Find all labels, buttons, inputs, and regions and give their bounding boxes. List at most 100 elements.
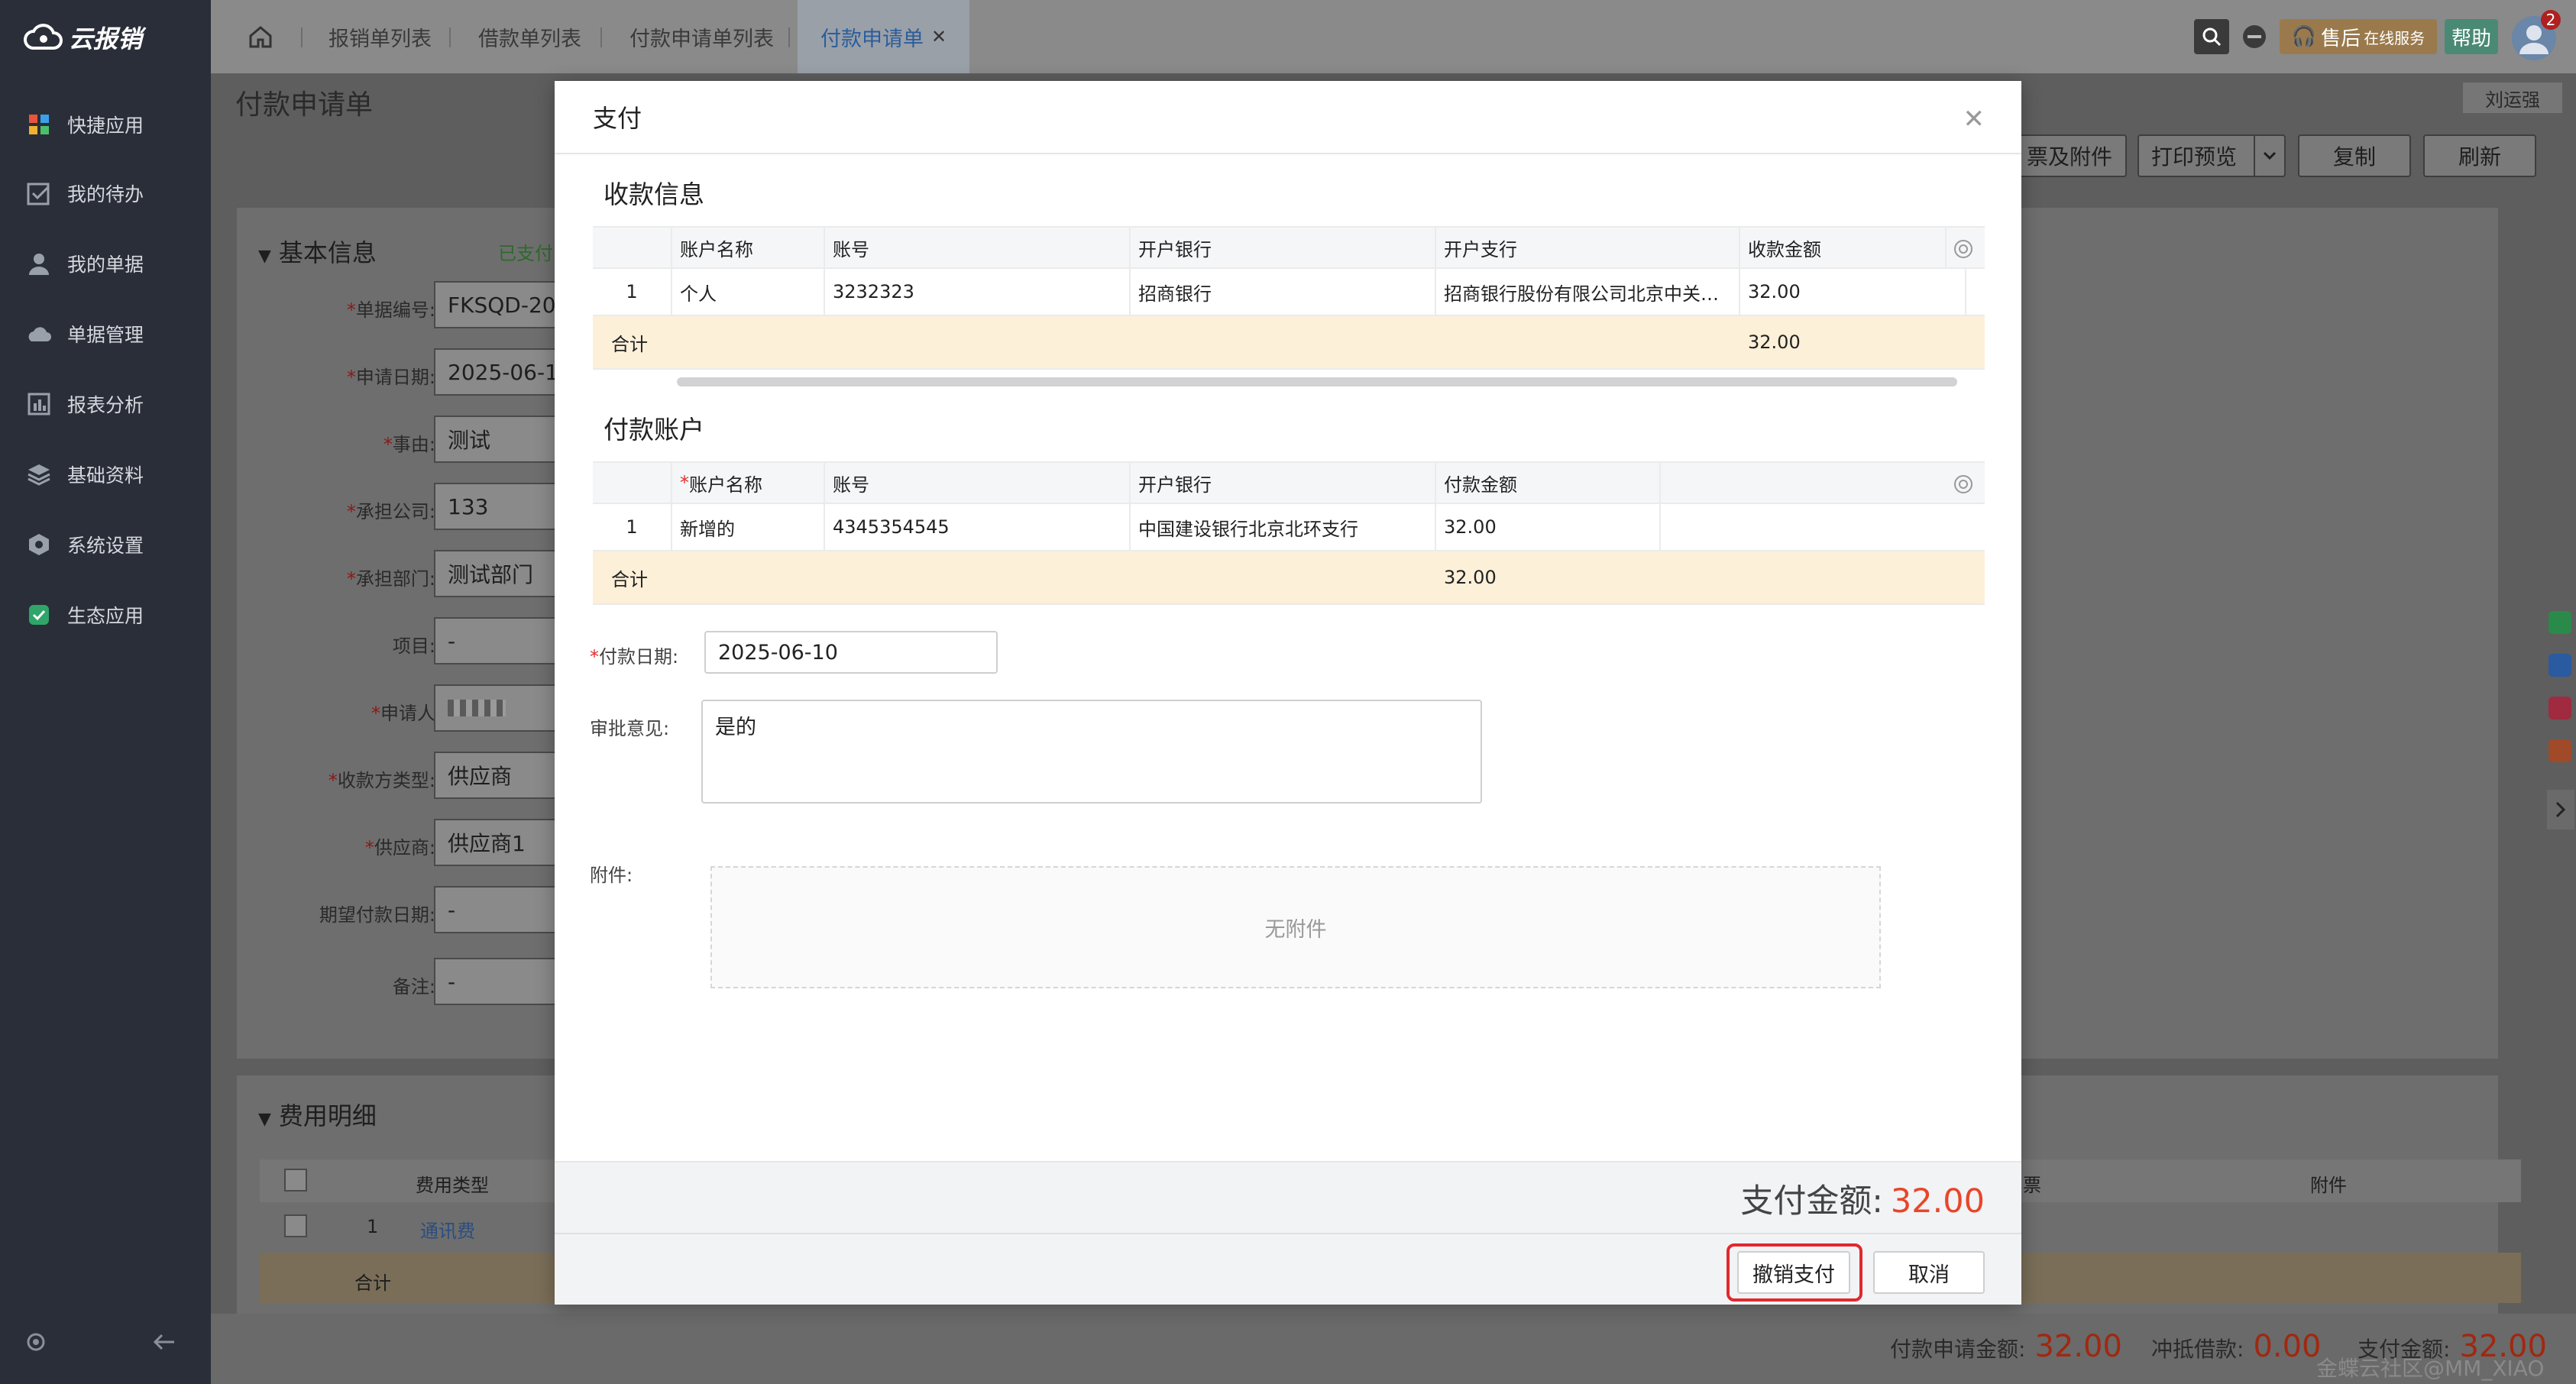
gift-icon[interactable] [2548,739,2571,762]
sidebar-item-doc-management[interactable]: 单据管理 [26,315,144,353]
copy-button[interactable]: 复制 [2298,134,2411,177]
app-logo[interactable]: 云报销 [23,20,142,55]
attachment-label: 附件: [590,865,633,886]
dialog-header: 支付 ✕ [555,81,2021,154]
apply-amount: 付款申请金额: 32.00 [1890,1329,2122,1364]
field-input[interactable]: 测试 [434,416,556,463]
select-all-checkbox[interactable] [284,1169,307,1192]
collapse-arrow-icon[interactable] [151,1331,177,1357]
column-header: 付款金额 [1436,463,1661,503]
search-icon [2202,27,2222,47]
layers-icon [26,461,52,487]
row-number: 1 [367,1216,379,1237]
field-input[interactable]: 2025-06-10 [434,348,556,396]
help-button[interactable]: 帮助 [2445,19,2498,54]
close-icon[interactable]: ✕ [1963,104,1985,134]
sidebar-item-todo[interactable]: 我的待办 [26,174,144,212]
home-icon [249,26,272,48]
app-logo-text: 云报销 [69,24,143,53]
invoice-attachment-button[interactable]: 票及附件 [2012,134,2127,177]
help-question-icon[interactable] [2548,611,2571,634]
sidebar-item-label: 基础资料 [67,464,144,487]
settings-gear-icon[interactable] [24,1331,47,1357]
user-name: 刘运强 [2463,82,2562,113]
field-label: *供应商: [364,837,435,859]
chevron-right-icon[interactable] [2547,790,2574,829]
horizontal-scrollbar[interactable] [677,377,1957,386]
home-tab[interactable] [241,0,280,73]
field-input[interactable]: - [434,958,556,1005]
field-input[interactable]: - [434,617,556,665]
field-input[interactable]: 供应商 [434,752,556,799]
row-checkbox[interactable] [284,1214,307,1237]
sidebar-item-my-documents[interactable]: 我的单据 [26,244,144,283]
field-label: *申请日期: [346,367,435,388]
tab-expense-list[interactable]: 报销单列表 [328,0,432,73]
expense-type-link[interactable]: 通讯费 [420,1216,475,1243]
field-input[interactable]: 133 [434,483,556,530]
tab-close-icon[interactable]: ✕ [931,26,947,47]
pay-date-label: *付款日期: [590,646,679,668]
tab-payment-request[interactable]: 付款申请单 ✕ [798,0,970,73]
sidebar-item-ecosystem[interactable]: 生态应用 [26,596,144,634]
minus-circle-icon [2243,25,2266,48]
receive-info-table: 账户名称 账号 开户银行 开户支行 收款金额 1 个人 3232323 招商银行… [593,226,1985,370]
table-row[interactable]: 1 个人 3232323 招商银行 招商银行股份有限公司北京中关… 32.00 [593,269,1985,316]
document-cloud-icon [26,321,52,347]
gear-hex-icon [26,532,52,558]
table-header: * 账户名称 账号 开户银行 付款金额 [593,461,1985,504]
avatar[interactable]: 2 [2510,10,2564,63]
field-label: *申请人 [371,703,435,724]
field-input[interactable]: - [434,886,556,933]
attachment-dropzone[interactable]: 无附件 [710,866,1881,988]
sidebar-item-quick-apps[interactable]: 快捷应用 [26,105,144,144]
sidebar-item-settings[interactable]: 系统设置 [26,525,144,564]
bar-chart-icon [26,391,52,417]
clipboard-icon[interactable] [2548,697,2571,719]
column-settings-gear-icon[interactable] [1951,472,1976,496]
headset-icon: 🎧 [2291,25,2317,48]
search-button[interactable] [2194,19,2229,54]
refresh-button[interactable]: 刷新 [2423,134,2536,177]
sidebar-item-basic-data[interactable]: 基础资料 [26,455,144,493]
notification-badge: 2 [2541,10,2561,30]
minus-circle-button[interactable] [2237,19,2272,54]
sidebar-item-label: 系统设置 [67,535,144,557]
field-label: *单据编号: [346,299,435,321]
after-sales-service-button[interactable]: 🎧 售后 在线服务 [2280,19,2437,54]
topbar-actions: 🎧 售后 在线服务 帮助 2 [2186,0,2576,73]
highlight-box [1727,1243,1862,1302]
chat-icon[interactable] [2548,654,2571,677]
print-preview-button[interactable]: 打印预览 [2137,134,2286,177]
sidebar-item-reports[interactable]: 报表分析 [26,385,144,423]
column-header: 收款金额 [1740,228,1947,267]
field-label: *事由: [383,434,435,455]
expense-title[interactable]: ▼ 费用明细 [258,1097,377,1132]
todo-check-icon [26,180,52,206]
column-header: 开户银行 [1131,228,1436,267]
table-header: 账户名称 账号 开户银行 开户支行 收款金额 [593,226,1985,269]
tab-loan-list[interactable]: 借款单列表 [478,0,581,73]
total-label: 合计 [354,1272,391,1294]
opinion-textarea[interactable]: 是的 [701,700,1482,804]
sidebar-item-label: 报表分析 [67,394,144,416]
column-header: * 账户名称 [672,463,825,503]
chevron-down-icon[interactable] [2254,136,2284,176]
total-row: 合计 32.00 [593,316,1985,370]
column-settings-gear-icon[interactable] [1951,237,1976,261]
collapse-triangle-icon: ▼ [258,247,271,266]
basic-info-title[interactable]: ▼ 基本信息 [258,234,377,269]
page-title: 付款申请单 [235,89,374,121]
column-header: 开户银行 [1131,463,1436,503]
blurred-name [448,700,506,716]
field-input[interactable]: 供应商1 [434,819,556,866]
field-input[interactable] [434,684,556,732]
sidebar-footer [24,1331,177,1357]
field-input[interactable]: 测试部门 [434,550,556,597]
table-row[interactable]: 1 新增的 4345354545 中国建设银行北京北环支行 32.00 [593,504,1985,551]
tab-payment-request-list[interactable]: 付款申请单列表 [629,0,774,73]
field-input[interactable]: FKSQD-202 [434,281,556,328]
cancel-button[interactable]: 取消 [1873,1251,1985,1294]
pay-date-input[interactable]: 2025-06-10 [704,631,998,674]
field-label: 期望付款日期: [319,904,435,926]
